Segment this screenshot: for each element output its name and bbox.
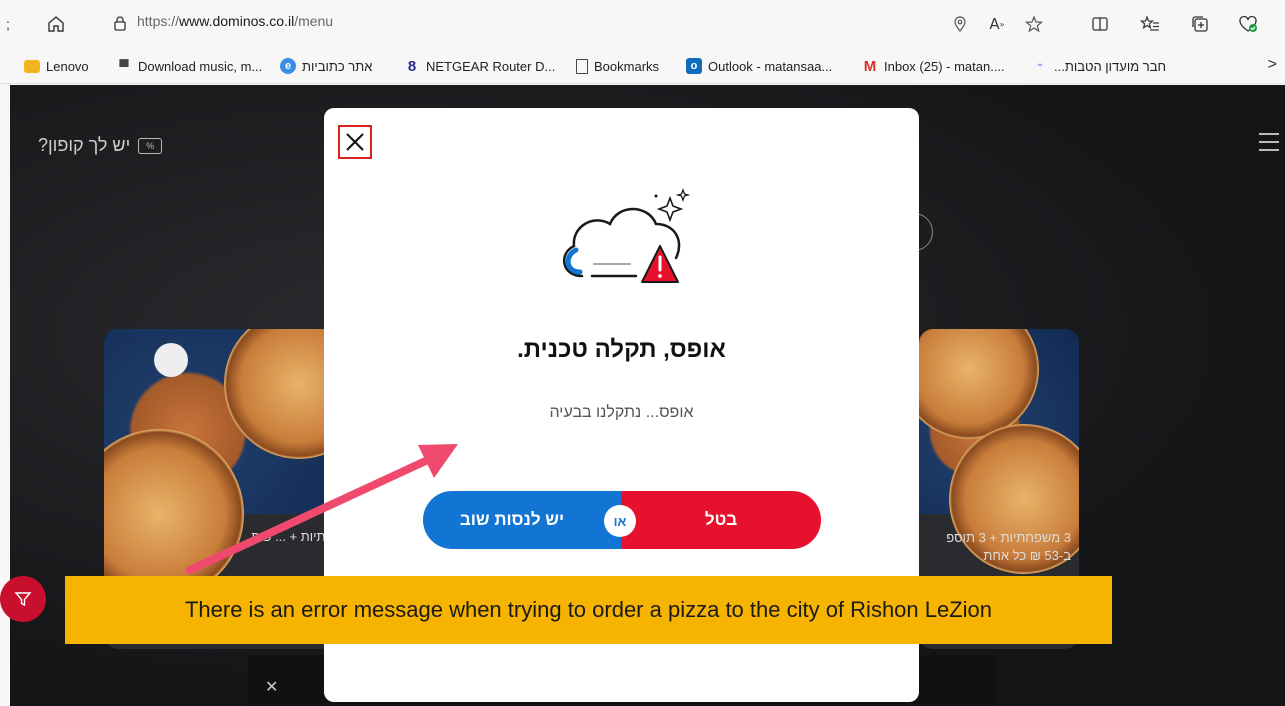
bookmark-outlook[interactable]: o Outlook - matansaa...	[686, 56, 832, 76]
health-icon[interactable]	[1236, 12, 1260, 36]
bookmark-label: Download music, m...	[138, 58, 263, 74]
soccer-ball-icon	[154, 343, 188, 377]
bookmark-bookmarks[interactable]: Bookmarks	[576, 56, 659, 76]
bookmark-label: Bookmarks	[594, 58, 660, 74]
retry-label: יש לנסות שוב	[459, 510, 565, 529]
close-modal-button[interactable]	[338, 125, 372, 159]
annotation-text: There is an error message when trying to…	[184, 597, 993, 622]
read-aloud-icon[interactable]: A»	[985, 12, 1009, 36]
folder-icon	[24, 59, 40, 73]
subtitles-site-icon: e	[280, 58, 296, 74]
bookmark-label: Inbox (25) - matan....	[884, 58, 1005, 74]
bookmark-subtitles[interactable]: e אתר כתוביות	[280, 56, 372, 76]
bookmark-label: Lenovo	[46, 58, 89, 74]
deal-card-price: ב-53 ₪ כל אחת	[983, 548, 1071, 563]
gmail-icon: M	[863, 57, 877, 75]
bookmark-label: Outlook - matansaa...	[708, 58, 833, 74]
close-icon[interactable]: ✕	[265, 677, 278, 697]
retry-button[interactable]: יש לנסות שוב	[423, 491, 621, 549]
bookmark-netgear[interactable]: 8 NETGEAR Router D...	[404, 56, 555, 76]
modal-message: אופס... נתקלנו בבעיה	[549, 404, 694, 421]
browser-toolbar: ; https://www.dominos.co.il/menu A»	[0, 0, 1285, 48]
split-screen-icon[interactable]	[1088, 12, 1112, 36]
pizza-image	[104, 329, 344, 599]
favorites-icon[interactable]	[1138, 12, 1162, 36]
annotation-callout: There is an error message when trying to…	[65, 576, 1112, 644]
close-icon	[346, 133, 364, 151]
page-icon	[576, 58, 588, 74]
cancel-label: בטל	[704, 510, 738, 529]
cancel-button[interactable]: בטל	[621, 491, 821, 549]
coupon-link[interactable]: יש לך קופון? %	[38, 135, 163, 156]
modal-title: אופס, תקלה טכנית.	[517, 336, 726, 363]
bookmark-download-music[interactable]: ▀ Download music, m...	[116, 56, 262, 76]
deal-card-caption: 3 משפחתיות + 3 תוספ	[946, 530, 1071, 545]
chevron-right-icon[interactable]: >	[1268, 56, 1277, 74]
bookmark-label: NETGEAR Router D...	[426, 58, 556, 74]
bookmark-gmail[interactable]: M Inbox (25) - matan....	[862, 56, 1005, 76]
club-icon: ◓	[1036, 60, 1044, 72]
filter-icon[interactable]	[0, 576, 46, 622]
toolbar-edge: ;	[6, 16, 10, 32]
home-icon[interactable]	[44, 12, 68, 36]
deal-card-caption: חתיות + ... פות	[251, 529, 334, 544]
menu-hamburger-icon[interactable]	[1259, 133, 1279, 151]
bookmark-label: חבר מועדון הטבות...	[1054, 58, 1167, 74]
site-info-icon[interactable]	[108, 12, 132, 36]
bookmark-label: אתר כתוביות	[302, 58, 373, 74]
coupon-tag-icon: %	[138, 137, 163, 154]
bookmarks-bar: Lenovo ▀ Download music, m... e אתר כתוב…	[0, 48, 1285, 84]
location-icon[interactable]	[948, 12, 972, 36]
address-bar-url[interactable]: https://www.dominos.co.il/menu	[137, 13, 333, 29]
or-badge: או	[604, 505, 636, 537]
favorite-star-icon[interactable]	[1022, 12, 1046, 36]
bookmark-lenovo[interactable]: Lenovo	[24, 56, 89, 76]
music-download-icon: ▀	[119, 58, 129, 74]
bookmark-club[interactable]: ◓ חבר מועדון הטבות...	[1032, 56, 1166, 76]
coupon-label: יש לך קופון?	[38, 135, 131, 155]
outlook-icon: o	[686, 58, 702, 74]
netgear-icon: 8	[407, 57, 417, 75]
pizza-image	[919, 329, 1079, 574]
collections-icon[interactable]	[1188, 12, 1212, 36]
cloud-error-icon	[562, 188, 691, 283]
